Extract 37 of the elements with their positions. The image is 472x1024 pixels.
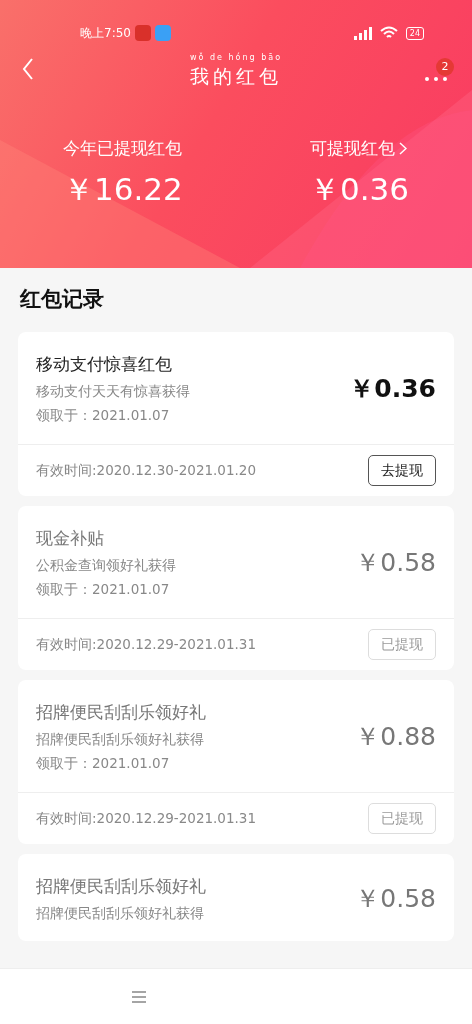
record-title: 现金补贴 xyxy=(36,526,105,550)
page-title: 我的红包 xyxy=(189,63,283,89)
record-amount: ￥0.36 xyxy=(349,372,436,405)
record-source: 移动支付天天有惊喜获得 xyxy=(36,382,191,401)
status-time: 晚上7:50 xyxy=(80,25,131,42)
record-title: 招牌便民刮刮乐领好礼 xyxy=(36,874,207,898)
menu-icon[interactable] xyxy=(132,990,146,1003)
received-date: 领取于：2021.01.07 xyxy=(36,580,171,600)
validity-period: 有效时间:2020.12.29-2021.01.31 xyxy=(36,634,256,654)
withdraw-button[interactable]: 去提现 xyxy=(368,454,436,486)
received-date: 领取于：2021.01.07 xyxy=(36,754,171,774)
record-source: 招牌便民刮刮乐领好礼获得 xyxy=(36,730,205,749)
record-amount: ￥0.88 xyxy=(355,720,436,753)
app-icon xyxy=(134,25,151,41)
summary-label: 今年已提现红包 xyxy=(63,137,183,160)
summary-amount: ￥0.36 xyxy=(307,169,410,209)
record-source: 招牌便民刮刮乐领好礼获得 xyxy=(36,904,205,923)
record-title: 招牌便民刮刮乐领好礼 xyxy=(36,700,207,724)
wifi-icon xyxy=(379,26,398,40)
chevron-icon[interactable] xyxy=(399,142,408,156)
notification-badge: 2 xyxy=(436,58,454,76)
back-icon[interactable] xyxy=(22,58,34,80)
more-icon[interactable] xyxy=(424,75,448,82)
record-source: 公积金查询领好礼获得 xyxy=(36,556,177,575)
section-title: 红包记录 xyxy=(20,286,105,313)
battery-icon: 24 xyxy=(405,26,424,40)
received-date: 领取于：2021.01.07 xyxy=(36,406,171,426)
record-amount: ￥0.58 xyxy=(355,546,436,579)
record-title: 移动支付惊喜红包 xyxy=(36,352,173,376)
app-icon xyxy=(154,25,171,41)
record-amount: ￥0.58 xyxy=(355,882,436,915)
validity-period: 有效时间:2020.12.30-2021.01.20 xyxy=(36,460,256,480)
summary-label[interactable]: 可提现红包 xyxy=(310,136,396,162)
summary-amount: ￥16.22 xyxy=(62,169,184,209)
title-pinyin: wǒ de hóng bāo xyxy=(189,53,283,62)
validity-period: 有效时间:2020.12.29-2021.01.31 xyxy=(36,808,256,828)
signal-icon xyxy=(353,26,372,40)
